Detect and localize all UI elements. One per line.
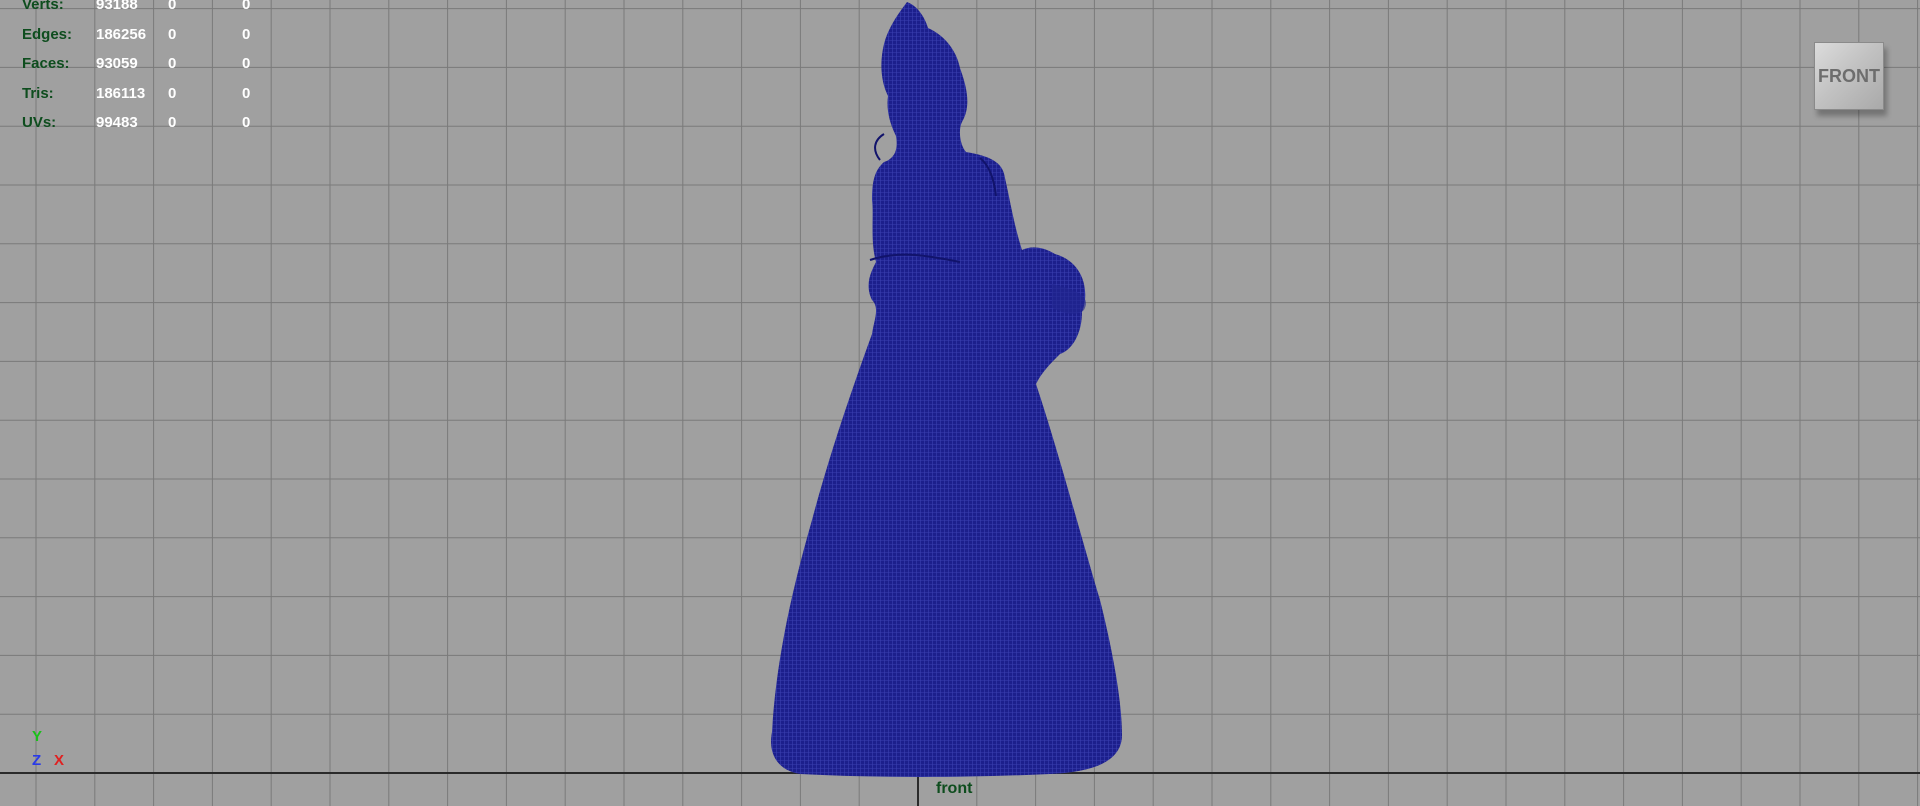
viewport-front[interactable]: Verts: 93188 0 0 Edges: 186256 0 0 Faces…	[0, 0, 1920, 806]
hud-value: 93059	[96, 55, 138, 72]
x-axis-label: X	[54, 752, 65, 769]
hud-label: UVs:	[22, 114, 57, 131]
hud-value: 0	[168, 25, 177, 43]
hud-value: 93188	[96, 0, 138, 13]
hud-value: 0	[242, 0, 251, 13]
hud-value: 0	[168, 84, 177, 102]
camera-name-label: front	[936, 780, 973, 797]
hud-value: 0	[242, 25, 251, 43]
y-axis-label: Y	[32, 728, 43, 745]
bride-mesh-wireframe[interactable]	[0, 0, 1920, 806]
hud-value: 0	[168, 0, 177, 13]
hud-value: 0	[242, 84, 251, 102]
hud-label: Tris:	[22, 84, 54, 102]
hud-value: 186113	[96, 84, 146, 102]
z-axis-label: Z	[32, 752, 42, 769]
view-cube-label: FRONT	[1818, 65, 1880, 86]
hud-label: Faces:	[22, 55, 70, 72]
hud-value: 0	[242, 114, 251, 131]
hud-label: Verts:	[22, 0, 64, 13]
hud-value: 0	[242, 55, 251, 72]
hud-value: 99483	[96, 114, 138, 131]
hud-label: Edges:	[22, 25, 73, 43]
hud-value: 186256	[96, 25, 147, 43]
view-cube-front[interactable]: FRONT	[1814, 42, 1884, 110]
mesh-body	[771, 2, 1122, 777]
hud-value: 0	[168, 114, 177, 131]
axis-indicator-icon: Y Z X	[24, 726, 74, 776]
hud-value: 0	[168, 55, 177, 72]
